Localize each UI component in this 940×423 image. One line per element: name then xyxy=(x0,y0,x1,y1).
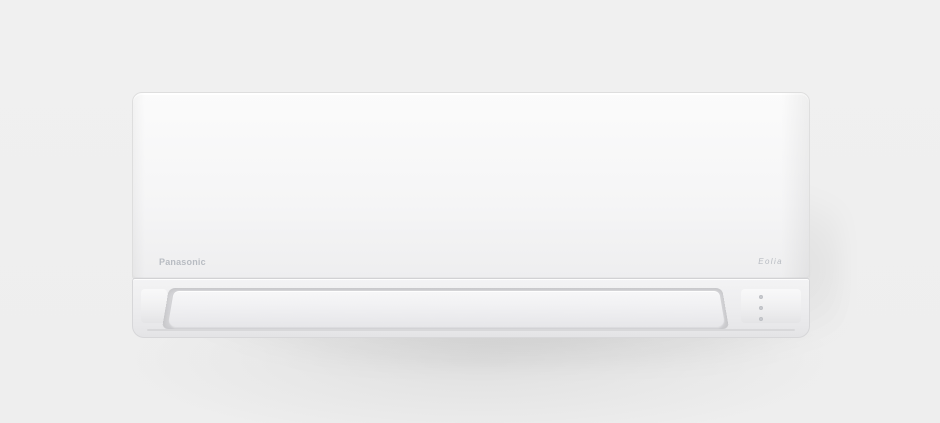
indicator-light-icon xyxy=(759,317,763,321)
right-side-wing xyxy=(741,289,801,323)
indicator-light-icon xyxy=(759,306,763,310)
air-conditioner-indoor-unit: Panasonic Eolia xyxy=(132,92,810,338)
model-logo: Eolia xyxy=(758,257,783,266)
panel-left-shade xyxy=(133,93,145,279)
front-panel: Panasonic Eolia xyxy=(132,92,810,280)
louver-flap xyxy=(166,290,727,329)
lower-housing xyxy=(132,278,810,338)
panel-right-shade xyxy=(781,93,809,279)
indicator-panel xyxy=(753,295,769,321)
indicator-light-icon xyxy=(759,295,763,299)
bottom-air-gap xyxy=(147,329,795,331)
brand-logo: Panasonic xyxy=(159,257,206,267)
scene-background: Panasonic Eolia xyxy=(0,0,940,423)
